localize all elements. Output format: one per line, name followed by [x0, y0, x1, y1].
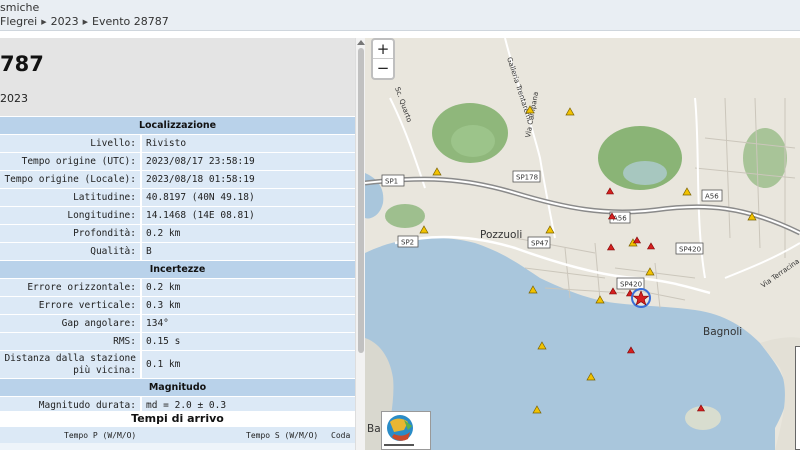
road-label-sp47: SP47 [531, 240, 549, 248]
road-label-sp1: SP1 [385, 178, 398, 186]
label-qualita: Qualità: [0, 242, 142, 261]
label-rms: RMS: [0, 332, 142, 351]
crater-lake [623, 161, 667, 185]
page-title-fragment: smiche [0, 1, 40, 14]
label-latitudine: Latitudine: [0, 188, 142, 207]
crater-small [385, 204, 425, 228]
label-profondita: Profondità: [0, 224, 142, 243]
value-errore-verticale: 0.3 km [141, 296, 355, 315]
label-longitudine: Longitudine: [0, 206, 142, 225]
event-header: 787 2023 [0, 38, 355, 116]
event-details-panel: 787 2023 Localizzazione Livello: Rivisto … [0, 38, 355, 450]
label-distanza-line2: più vicina: [73, 364, 136, 376]
value-qualita: B [141, 242, 355, 261]
road-label-a56-east: A56 [705, 193, 719, 201]
label-distanza-stazione: Distanza dalla stazione più vicina: [0, 350, 142, 379]
label-distanza-line1: Distanza dalla stazione [4, 352, 136, 364]
label-errore-orizzontale: Errore orizzontale: [0, 278, 142, 297]
value-tempo-utc: 2023/08/17 23:58:19 [141, 152, 355, 171]
arrival-times-row [0, 443, 355, 450]
label-errore-verticale: Errore verticale: [0, 296, 142, 315]
zoom-out-button[interactable]: − [373, 59, 393, 78]
value-longitudine: 14.1468 (14E 08.81) [141, 206, 355, 225]
green-area-east [743, 128, 787, 188]
road-label-sp420: SP420 [620, 281, 642, 289]
value-latitudine: 40.8197 (40N 49.18) [141, 188, 355, 207]
town-label-bagnoli: Bagnoli [703, 326, 742, 338]
arrival-times-title: Tempi di arrivo [0, 411, 355, 427]
event-year: 2023 [0, 92, 28, 105]
section-localizzazione: Localizzazione [0, 116, 355, 135]
event-number: 787 [0, 52, 44, 76]
value-tempo-locale: 2023/08/18 01:58:19 [141, 170, 355, 189]
value-errore-orizzontale: 0.2 km [141, 278, 355, 297]
road-label-sp178: SP178 [516, 174, 538, 182]
section-magnitudo: Magnitudo [0, 378, 355, 397]
label-livello: Livello: [0, 134, 142, 153]
arrival-times-header: Tempo P (W/M/O) Tempo S (W/M/O) Coda [0, 427, 355, 443]
event-info-table: Localizzazione Livello: Rivisto Tempo ori… [0, 116, 355, 415]
breadcrumb: Flegrei ▶ 2023 ▶ Evento 28787 [0, 15, 169, 28]
logo-globe-icon [384, 415, 414, 446]
event-map[interactable]: SP1 SP178 A56 A56 SP2 SP47 SP420 SP420 G… [365, 38, 800, 450]
section-incertezze: Incertezze [0, 260, 355, 279]
scroll-up-icon[interactable] [357, 40, 365, 45]
value-gap-angolare: 134° [141, 314, 355, 333]
town-label-pozzuoli: Pozzuoli [480, 229, 522, 241]
breadcrumb-item-year[interactable]: 2023 [51, 15, 79, 28]
breadcrumb-separator-icon: ▶ [82, 18, 89, 26]
breadcrumb-item-area[interactable]: Flegrei [0, 15, 37, 28]
breadcrumb-separator-icon: ▶ [41, 18, 47, 26]
crater-inner [451, 125, 495, 157]
column-tempo-s: Tempo S (W/M/O) [246, 431, 319, 440]
value-rms: 0.15 s [141, 332, 355, 351]
map-canvas[interactable]: SP1 SP178 A56 A56 SP2 SP47 SP420 SP420 G… [365, 38, 800, 450]
page-header: smiche Flegrei ▶ 2023 ▶ Evento 28787 [0, 0, 800, 31]
map-zoom-control: + − [371, 38, 395, 80]
label-tempo-locale: Tempo origine (Locale): [0, 170, 142, 189]
column-coda: Coda [331, 431, 351, 440]
value-livello: Rivisto [141, 134, 355, 153]
value-distanza-stazione: 0.1 km [141, 350, 355, 379]
label-gap-angolare: Gap angolare: [0, 314, 142, 333]
value-profondita: 0.2 km [141, 224, 355, 243]
breadcrumb-item-event: Evento 28787 [92, 15, 169, 28]
ingv-logo [381, 411, 431, 450]
road-label-sp420-north: SP420 [679, 246, 701, 254]
panel-scrollbar[interactable] [355, 38, 365, 450]
zoom-in-button[interactable]: + [373, 40, 393, 59]
column-tempo-p: Tempo P (W/M/O) [64, 431, 137, 440]
map-legend [795, 346, 800, 450]
scrollbar-thumb[interactable] [358, 48, 364, 353]
label-tempo-utc: Tempo origine (UTC): [0, 152, 142, 171]
road-label-sp2: SP2 [401, 239, 414, 247]
